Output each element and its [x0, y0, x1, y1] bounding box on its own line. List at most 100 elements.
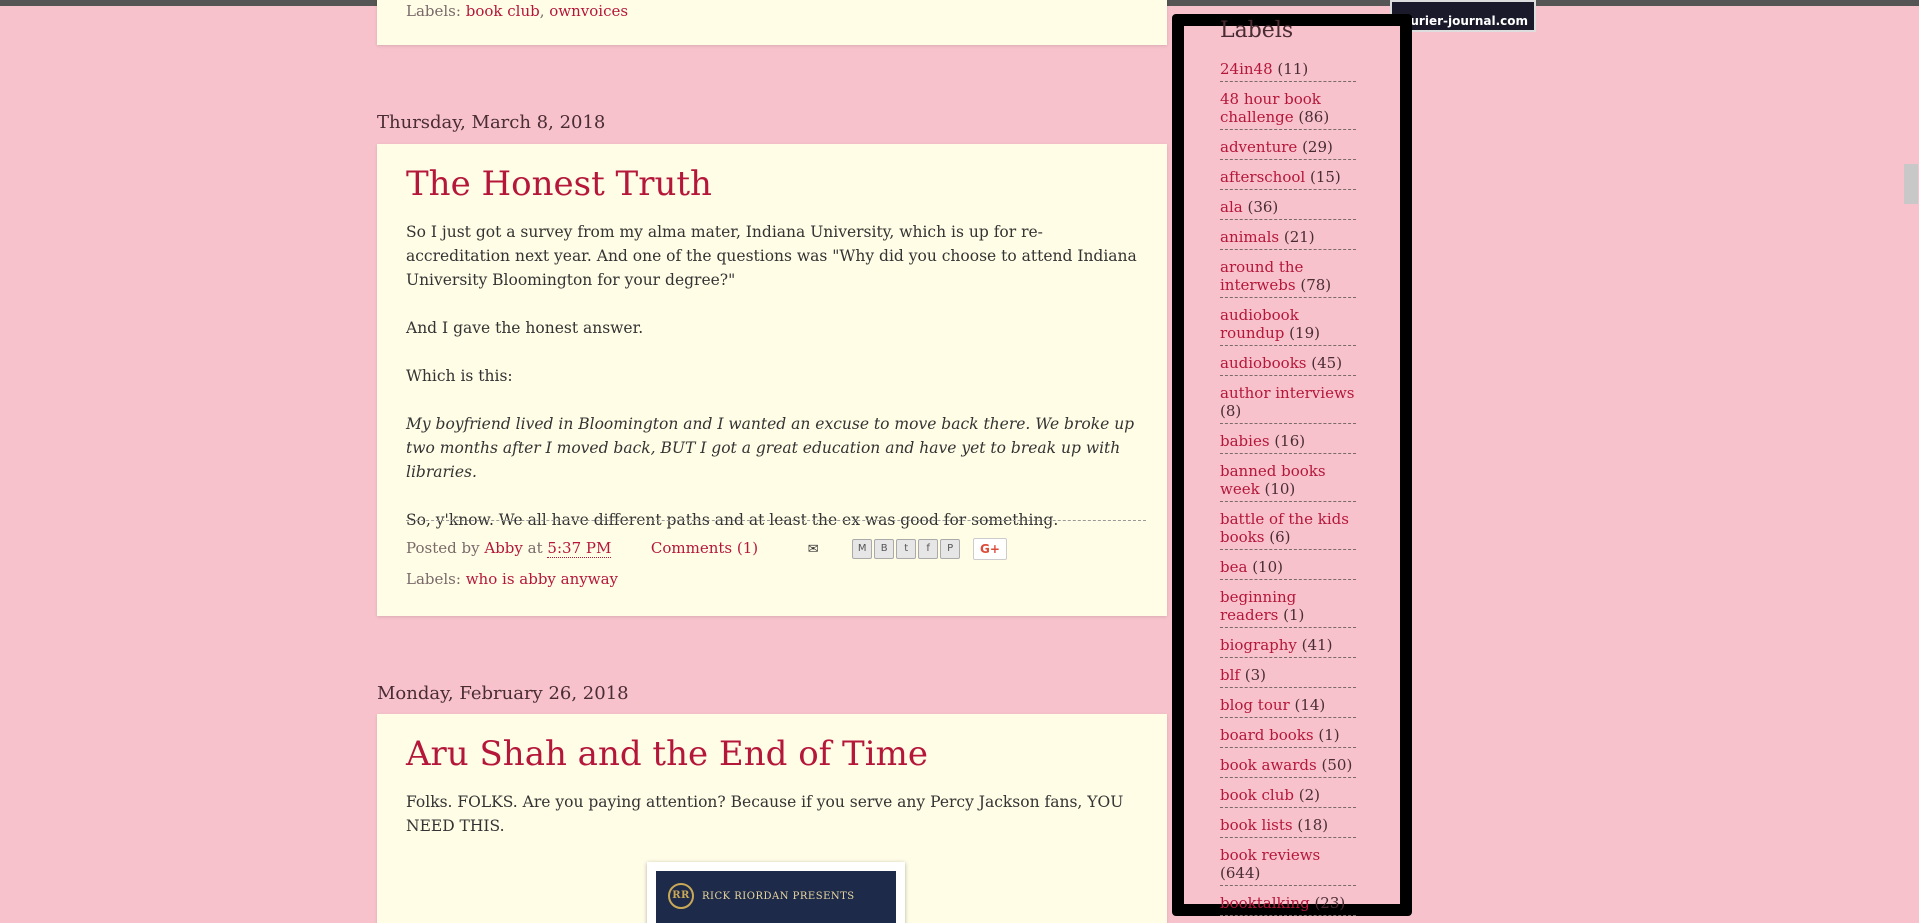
label-link-book-club[interactable]: book club [466, 2, 540, 20]
post-date-header: Thursday, March 8, 2018 [377, 112, 606, 133]
label-item: banned books week (10) [1220, 460, 1356, 502]
post-title-link[interactable]: Aru Shah and the End of Time [406, 734, 928, 774]
label-count: (10) [1252, 558, 1283, 576]
label-item: around the interwebs (78) [1220, 256, 1356, 298]
label-link[interactable]: animals [1220, 228, 1279, 246]
post-paragraph: So I just got a survey from my alma mate… [406, 223, 1137, 289]
label-item: book club (2) [1220, 784, 1356, 808]
label-link[interactable]: ala [1220, 198, 1243, 216]
labels-list: 24in48 (11) 48 hour book challenge (86) … [1220, 58, 1356, 922]
label-count: (1) [1283, 606, 1305, 624]
post-paragraph-italic: My boyfriend lived in Bloomington and I … [406, 415, 1135, 481]
page-scrollbar-thumb[interactable] [1904, 164, 1918, 204]
label-count: (8) [1220, 402, 1242, 420]
label-count: (19) [1289, 324, 1320, 342]
label-link-ownvoices[interactable]: ownvoices [549, 2, 628, 20]
label-item: blf (3) [1220, 664, 1356, 688]
label-link[interactable]: book reviews [1220, 846, 1320, 864]
label-count: (14) [1294, 696, 1326, 714]
at-label: at [527, 539, 543, 557]
label-item: book lists (18) [1220, 814, 1356, 838]
label-item: bea (10) [1220, 556, 1356, 580]
label-item: author interviews (8) [1220, 382, 1356, 424]
label-link[interactable]: audiobook roundup [1220, 306, 1299, 342]
label-link[interactable]: author interviews [1220, 384, 1354, 402]
label-link[interactable]: booktalking [1220, 894, 1310, 912]
label-link[interactable]: audiobooks [1220, 354, 1306, 372]
facebook-share-icon[interactable]: f [918, 539, 939, 559]
label-link[interactable]: book lists [1220, 816, 1293, 834]
label-link[interactable]: blf [1220, 666, 1240, 684]
label-link[interactable]: adventure [1220, 138, 1297, 156]
label-count: (15) [1309, 168, 1341, 186]
labels-prefix: Labels: [406, 2, 461, 20]
label-count: (18) [1297, 816, 1329, 834]
post-footer-meta: Posted by Abby at 5:37 PM Comments (1) ✉… [406, 538, 1007, 560]
label-count: (36) [1247, 198, 1279, 216]
label-item: booktalking (23) [1220, 892, 1356, 916]
label-item: 48 hour book challenge (86) [1220, 88, 1356, 130]
label-link[interactable]: 24in48 [1220, 60, 1273, 78]
label-item: audiobook roundup (19) [1220, 304, 1356, 346]
label-item: animals (21) [1220, 226, 1356, 250]
post-paragraph: Which is this: [406, 367, 513, 385]
label-count: (45) [1311, 354, 1343, 372]
label-link[interactable]: around the interwebs [1220, 258, 1303, 294]
label-item: book reviews (644) [1220, 844, 1356, 886]
label-count: (11) [1277, 60, 1309, 78]
post-footer-divider [406, 520, 1146, 521]
label-count: (23) [1314, 894, 1346, 912]
label-link[interactable]: book awards [1220, 756, 1317, 774]
label-item: 24in48 (11) [1220, 58, 1356, 82]
label-link[interactable]: babies [1220, 432, 1270, 450]
label-link[interactable]: board books [1220, 726, 1314, 744]
posted-by-label: Posted by [406, 539, 480, 557]
label-count: (16) [1274, 432, 1306, 450]
post-title-link[interactable]: The Honest Truth [406, 164, 712, 204]
label-link[interactable]: afterschool [1220, 168, 1305, 186]
label-item: audiobooks (45) [1220, 352, 1356, 376]
label-item: ala (36) [1220, 196, 1356, 220]
blogger-share-icon[interactable]: B [874, 539, 895, 559]
book-cover-art: RR RICK RIORDAN PRESENTS [656, 871, 896, 923]
author-link[interactable]: Abby [484, 539, 523, 557]
post-date-header: Monday, February 26, 2018 [377, 683, 629, 704]
label-item: battle of the kids books (6) [1220, 508, 1356, 550]
labels-widget-title: Labels [1220, 18, 1294, 43]
google-plus-share-icon[interactable]: G+ [972, 538, 1007, 560]
label-count: (644) [1220, 864, 1261, 882]
label-count: (2) [1298, 786, 1321, 804]
rick-riordan-seal-icon: RR [668, 883, 694, 909]
email-post-icon[interactable]: ✉ [808, 542, 819, 557]
cover-presents-text: RICK RIORDAN PRESENTS [702, 891, 855, 902]
label-count: (41) [1301, 636, 1333, 654]
label-count: (21) [1283, 228, 1315, 246]
post-body: Folks. FOLKS. Are you paying attention? … [406, 790, 1146, 862]
label-item: beginning readers (1) [1220, 586, 1356, 628]
post-labels: Labels: who is abby anyway [406, 570, 618, 588]
comments-link[interactable]: Comments (1) [651, 539, 758, 557]
label-item: board books (1) [1220, 724, 1356, 748]
label-count: (1) [1318, 726, 1340, 744]
label-item: blog tour (14) [1220, 694, 1356, 718]
pinterest-share-icon[interactable]: P [940, 539, 961, 559]
label-item: biography (41) [1220, 634, 1356, 658]
label-count: (3) [1244, 666, 1266, 684]
label-count: (50) [1321, 756, 1353, 774]
post-timestamp-link[interactable]: 5:37 PM [547, 539, 612, 558]
label-count: (78) [1300, 276, 1332, 294]
label-item: adventure (29) [1220, 136, 1356, 160]
label-item: book awards (50) [1220, 754, 1356, 778]
label-link[interactable]: biography [1220, 636, 1297, 654]
label-link[interactable]: blog tour [1220, 696, 1290, 714]
label-count: (29) [1302, 138, 1333, 156]
twitter-share-icon[interactable]: t [896, 539, 917, 559]
email-share-icon[interactable]: M [852, 539, 873, 559]
book-cover-image[interactable]: RR RICK RIORDAN PRESENTS [647, 862, 905, 923]
labels-prefix: Labels: [406, 570, 461, 588]
label-item: babies (16) [1220, 430, 1356, 454]
label-link-who-is-abby-anyway[interactable]: who is abby anyway [466, 570, 618, 588]
post-body: So I just got a survey from my alma mate… [406, 220, 1146, 556]
label-link[interactable]: book club [1220, 786, 1294, 804]
label-link[interactable]: bea [1220, 558, 1247, 576]
